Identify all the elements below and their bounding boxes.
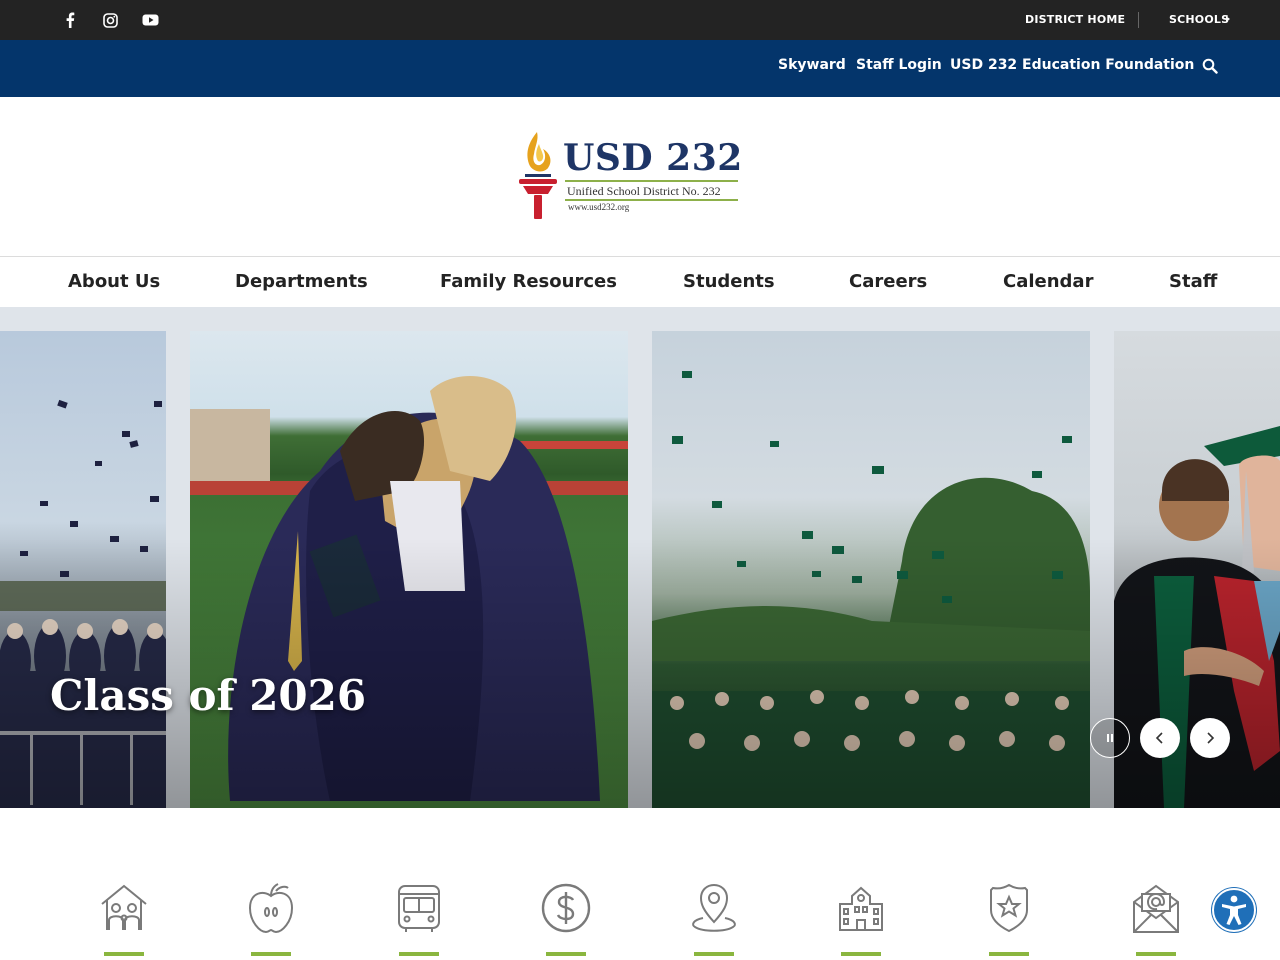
accent-bar — [841, 952, 881, 956]
logo-rule — [565, 199, 738, 201]
pause-button[interactable] — [1090, 718, 1130, 758]
caret-right-icon — [1226, 16, 1230, 22]
accent-bar — [399, 952, 439, 956]
staff-login-link[interactable]: Staff Login — [856, 40, 942, 97]
accent-bar — [989, 952, 1029, 956]
torch-icon — [519, 132, 557, 219]
payments-quicklink[interactable] — [536, 878, 596, 958]
locations-quicklink[interactable] — [684, 878, 744, 958]
next-slide-button[interactable] — [1190, 718, 1230, 758]
divider — [1138, 12, 1139, 28]
facebook-icon[interactable] — [55, 0, 85, 40]
quick-links-bar: Skyward Staff Login USD 232 Education Fo… — [0, 40, 1280, 97]
map-pin-icon — [692, 883, 736, 932]
nav-departments[interactable]: Departments — [235, 257, 368, 307]
accent-bar — [251, 952, 291, 956]
logo-subtitle: Unified School District No. 232 — [567, 184, 721, 198]
hero-slideshow: Class of 2026 — [0, 307, 1280, 808]
previous-slide-button[interactable] — [1140, 718, 1180, 758]
accent-bar — [694, 952, 734, 956]
safety-quicklink[interactable] — [979, 878, 1039, 958]
slide-caption: Class of 2026 — [50, 671, 367, 720]
accent-bar — [104, 952, 144, 956]
accessibility-icon — [1222, 895, 1246, 925]
schools-quicklink[interactable] — [831, 878, 891, 958]
logo-title: USD 232 — [563, 137, 743, 179]
family-quicklink[interactable] — [94, 878, 154, 958]
nav-family-resources[interactable]: Family Resources — [440, 257, 617, 307]
skyward-link[interactable]: Skyward — [778, 40, 846, 97]
education-foundation-link[interactable]: USD 232 Education Foundation — [950, 40, 1194, 97]
family-icon — [101, 884, 147, 930]
instagram-icon[interactable] — [95, 0, 125, 40]
district-logo[interactable]: USD 232 Unified School District No. 232 … — [515, 128, 745, 224]
contact-quicklink[interactable] — [1126, 878, 1186, 958]
dollar-icon — [541, 883, 591, 933]
school-building-icon — [839, 886, 883, 931]
utility-bar: DISTRICT HOME SCHOOLS — [0, 0, 1280, 40]
logo-url: www.usd232.org — [568, 202, 630, 212]
youtube-icon[interactable] — [135, 0, 165, 40]
accent-bar — [546, 952, 586, 956]
email-icon — [1133, 884, 1179, 933]
bus-icon — [398, 885, 440, 932]
nav-students[interactable]: Students — [683, 257, 775, 307]
badge-star-icon — [990, 883, 1028, 933]
nav-about-us[interactable]: About Us — [68, 257, 160, 307]
pause-icon — [1107, 734, 1113, 742]
accent-bar — [1136, 952, 1176, 956]
chevron-left-icon — [1155, 732, 1163, 744]
schools-menu[interactable]: SCHOOLS — [1169, 0, 1229, 40]
nav-staff[interactable]: Staff — [1169, 257, 1217, 307]
nav-calendar[interactable]: Calendar — [1003, 257, 1093, 307]
apple-quicklink[interactable] — [241, 878, 301, 958]
district-home-link[interactable]: DISTRICT HOME — [1025, 0, 1125, 40]
apple-icon — [248, 883, 294, 934]
accessibility-button[interactable] — [1212, 888, 1256, 932]
search-icon — [1202, 58, 1218, 74]
search-button[interactable] — [1198, 54, 1222, 78]
transportation-quicklink[interactable] — [389, 878, 449, 958]
nav-careers[interactable]: Careers — [849, 257, 927, 307]
logo-rule — [565, 180, 738, 182]
chevron-right-icon — [1207, 732, 1215, 744]
